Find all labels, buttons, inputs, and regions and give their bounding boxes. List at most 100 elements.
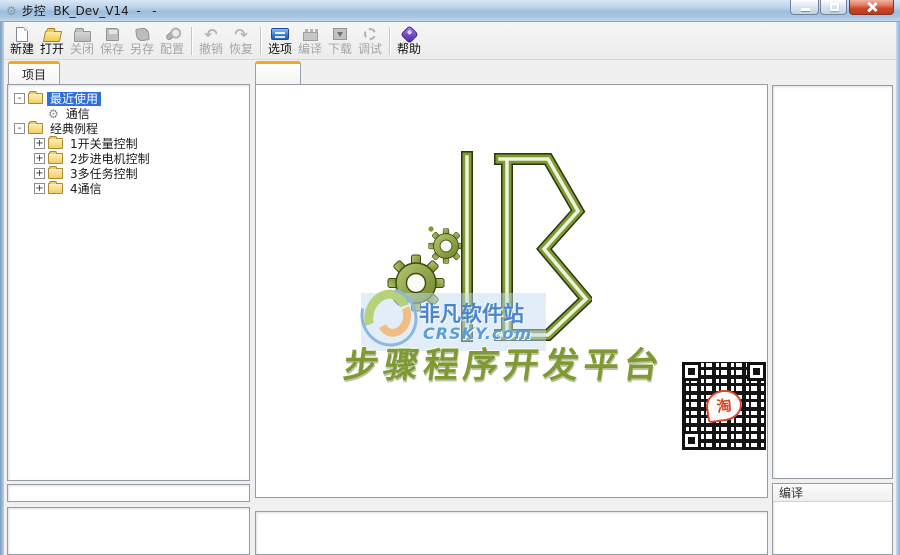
toolbar: 新建 打开 关闭 保存 另存 配置 ↶ 撤销 ↷ 恢复 [4,22,896,60]
folder-icon [48,183,63,194]
toolbar-button-label: 新建 [10,43,34,56]
folder-icon [48,153,63,164]
toolbar-separator [389,27,390,55]
redo-icon: ↷ [231,26,251,43]
tree-item-communication[interactable]: ⚙ 通信 [12,106,249,121]
toolbar-button-label: 恢复 [229,43,253,56]
titlebar[interactable]: ⚙ 步控 BK_Dev_V14 - - [0,0,900,22]
canvas-artwork: 非凡软件站 CRSKY.com 步骤程序开发平台 淘 [256,85,767,497]
center-bottom-panel [255,511,768,555]
toolbar-button-label: 编译 [298,43,322,56]
debug-icon [360,26,380,43]
tree-item-switch-control[interactable]: + 1开关量控制 [12,136,249,151]
left-splitter-strip[interactable] [7,484,250,502]
close-button[interactable] [849,0,894,15]
toolbar-button-redo: ↷ 恢复 [226,26,256,56]
toolbar-button-save: 保存 [97,26,127,56]
toolbar-button-label: 关闭 [70,43,94,56]
toolbar-button-save-as: 另存 [127,26,157,56]
platform-title-text: 步骤程序开发平台 [340,337,667,388]
qr-finder-icon [682,431,701,450]
tree-item-label[interactable]: 经典例程 [47,122,101,136]
toolbar-button-help[interactable]: 帮助 [394,26,424,56]
tree-item-label[interactable]: 3多任务控制 [67,167,141,181]
toolbar-separator [260,27,261,55]
toolbar-button-label: 选项 [268,43,292,56]
folder-icon [48,138,63,149]
tree-item-recent[interactable]: - 最近使用 [12,91,249,106]
toolbar-button-label: 打开 [40,43,64,56]
toolbar-button-debug: 调试 [355,26,385,56]
toolbar-button-download: 下载 [325,26,355,56]
qr-finder-icon [747,362,766,381]
qr-pattern: 淘 [682,362,766,450]
toolbar-button-open[interactable]: 打开 [37,26,67,56]
save-as-icon [132,26,152,43]
toolbar-button-label: 配置 [160,43,184,56]
toolbar-button-label: 另存 [130,43,154,56]
qr-finder-icon [682,362,701,381]
tree-item-communication-examples[interactable]: + 4通信 [12,181,249,196]
tree-item-classic-examples[interactable]: - 经典例程 [12,121,249,136]
tree-item-label[interactable]: 通信 [63,107,93,121]
save-icon [102,26,122,43]
app-window: ⚙ 步控 BK_Dev_V14 - - 新建 打开 关闭 保存 另存 [0,0,900,555]
collapse-icon[interactable]: - [14,93,25,104]
tree-item-multitask[interactable]: + 3多任务控制 [12,166,249,181]
download-icon [330,26,350,43]
collapse-icon[interactable]: - [14,123,25,134]
tree-item-label[interactable]: 4通信 [67,182,105,196]
folder-icon [28,123,43,134]
close-folder-icon [72,26,92,43]
toolbar-button-undo: ↶ 撤销 [196,26,226,56]
tree-item-stepper-motor[interactable]: + 2步进电机控制 [12,151,249,166]
help-icon [399,26,419,43]
open-folder-icon [42,26,62,43]
toolbar-button-compile: 编译 [295,26,325,56]
toolbar-button-new[interactable]: 新建 [7,26,37,56]
gear-icon: ⚙ [48,108,59,120]
undo-icon: ↶ [201,26,221,43]
tab-canvas-document[interactable] [255,61,301,84]
qr-code: 淘 [679,359,768,453]
minimize-icon [801,8,810,11]
wrench-icon [162,26,182,43]
main-canvas-panel[interactable]: 非凡软件站 CRSKY.com 步骤程序开发平台 淘 [255,84,768,498]
toolbar-button-label: 调试 [358,43,382,56]
tree-item-label[interactable]: 2步进电机控制 [67,152,153,166]
toolbar-button-label: 保存 [100,43,124,56]
expand-icon[interactable]: + [34,168,45,179]
folder-icon [48,168,63,179]
compile-output-panel: 编译 [772,483,893,555]
minimize-button[interactable] [790,0,819,15]
toolbar-button-configure: 配置 [157,26,187,56]
options-icon [270,26,290,43]
app-gear-icon: ⚙ [6,5,17,17]
toolbar-button-options[interactable]: 选项 [265,26,295,56]
tab-project[interactable]: 项目 [8,61,60,84]
compile-panel-header[interactable]: 编译 [773,484,892,502]
window-controls [790,0,894,15]
maximize-button[interactable] [820,0,847,15]
right-side-panel [772,85,893,479]
toolbar-button-close-file: 关闭 [67,26,97,56]
expand-icon[interactable]: + [34,138,45,149]
folder-icon [28,93,43,104]
maximize-icon [830,3,839,11]
toolbar-button-label: 撤销 [199,43,223,56]
project-tree: - 最近使用 ⚙ 通信 - 经典例程 + 1开关量控制 + [8,85,249,196]
window-border-right [896,22,900,555]
compile-icon [300,26,320,43]
project-tree-panel: - 最近使用 ⚙ 通信 - 经典例程 + 1开关量控制 + [7,84,250,481]
left-bottom-panel [7,507,250,555]
expand-icon[interactable]: + [34,153,45,164]
expand-icon[interactable]: + [34,183,45,194]
taobao-logo-icon: 淘 [704,388,744,424]
tree-item-label[interactable]: 1开关量控制 [67,137,141,151]
window-border-left [0,22,4,555]
toolbar-button-label: 帮助 [397,43,421,56]
toolbar-button-label: 下载 [328,43,352,56]
close-icon [867,2,877,12]
window-title: 步控 BK_Dev_V14 - - [22,2,157,19]
tree-item-label[interactable]: 最近使用 [47,92,101,106]
